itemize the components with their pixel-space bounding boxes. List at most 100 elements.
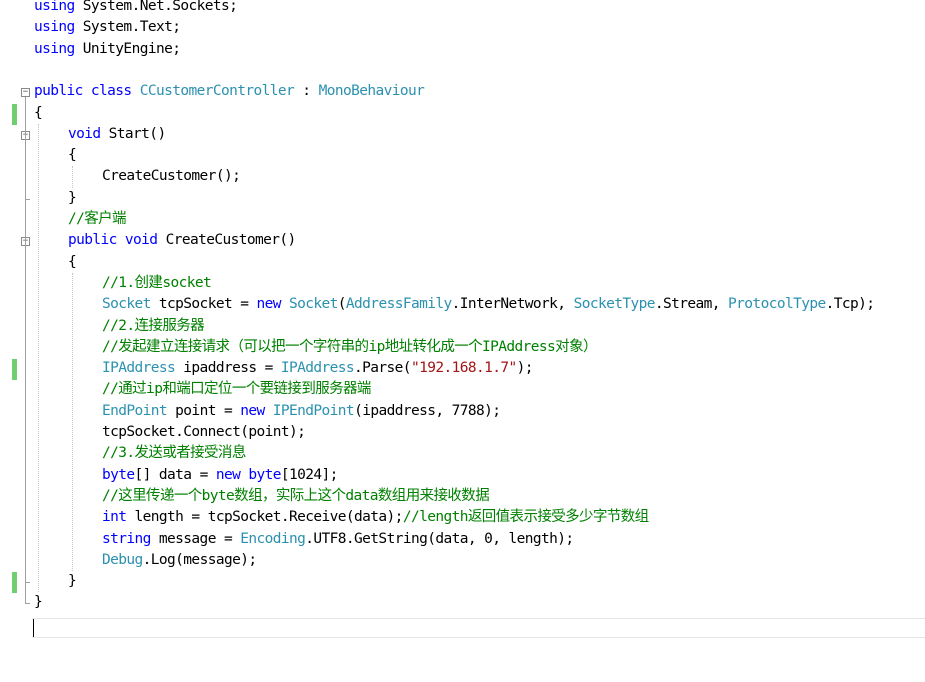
code-token: public class	[34, 83, 132, 100]
code-line[interactable]: }	[68, 188, 77, 209]
code-token: tcpSocket =	[150, 296, 257, 313]
code-token: Start()	[100, 125, 167, 142]
change-indicator	[12, 572, 17, 594]
code-token: CreateCustomer();	[102, 168, 241, 185]
code-line[interactable]: tcpSocket.Connect(point);	[102, 422, 306, 443]
code-token: .Parse(	[354, 360, 412, 377]
code-token: //3.发送或者接受消息	[102, 445, 246, 462]
code-token: [1024];	[280, 466, 339, 483]
code-token: IPAddress	[102, 360, 176, 377]
code-token: .Stream,	[654, 296, 729, 313]
indent-guide	[38, 123, 39, 593]
code-token: //2.连接服务器	[102, 317, 205, 334]
fold-end-tick	[25, 603, 30, 605]
indent-guide	[72, 166, 73, 188]
code-line[interactable]: IPAddress ipaddress = IPAddress.Parse("1…	[102, 358, 534, 379]
code-editor[interactable]: −−− using System.Net.Sockets;using Syste…	[0, 0, 925, 682]
fold-region-line	[25, 97, 26, 604]
code-token: }	[68, 189, 77, 206]
code-token: [] data =	[134, 466, 216, 483]
code-token: System.Net.Sockets;	[74, 0, 238, 14]
code-line[interactable]: //2.连接服务器	[102, 316, 205, 337]
code-token: "192.168.1.7"	[410, 360, 517, 377]
code-token: Socket	[289, 296, 338, 313]
code-line[interactable]: using System.Text;	[34, 17, 181, 38]
code-token: {	[34, 104, 43, 121]
code-token: //1.创建socket	[102, 274, 212, 291]
code-line[interactable]: CreateCustomer();	[102, 166, 241, 187]
code-token: .UTF8.GetString(data, 0, length);	[305, 530, 574, 547]
code-line[interactable]: //发起建立连接请求（可以把一个字符串的ip地址转化成一个IPAddress对象…	[102, 337, 597, 358]
fold-toggle-icon[interactable]: −	[21, 88, 30, 98]
code-line[interactable]: //这里传递一个byte数组，实际上这个data数组用来接收数据	[102, 486, 490, 507]
code-line[interactable]: EndPoint point = new IPEndPoint(ipaddres…	[102, 401, 501, 422]
change-indicator	[12, 103, 17, 125]
code-line[interactable]: string message = Encoding.UTF8.GetString…	[102, 529, 574, 550]
code-line[interactable]: //通过ip和端口定位一个要链接到服务器端	[102, 379, 371, 400]
code-token: CCustomerController	[139, 83, 295, 100]
code-token: IPAddress	[280, 360, 355, 377]
code-line[interactable]: Debug.Log(message);	[102, 550, 257, 571]
code-token: EndPoint	[102, 402, 168, 419]
code-token: new	[240, 402, 265, 419]
code-line[interactable]: }	[34, 592, 43, 613]
current-line-highlight	[32, 618, 925, 638]
code-token: UnityEngine;	[74, 40, 181, 57]
code-line[interactable]: using System.Net.Sockets;	[34, 0, 238, 17]
code-line[interactable]: void Start()	[68, 124, 166, 145]
code-token: //length返回值表示接受多少字节数组	[402, 509, 649, 526]
text-caret	[33, 619, 34, 637]
code-line[interactable]: //1.创建socket	[102, 273, 212, 294]
code-token: //这里传递一个byte数组，实际上这个data数组用来接收数据	[102, 487, 490, 504]
fold-end-tick	[25, 198, 30, 200]
code-line[interactable]: public void CreateCustomer()	[68, 230, 296, 251]
code-token: :	[294, 83, 319, 100]
code-line[interactable]: }	[68, 571, 77, 592]
code-line[interactable]: byte[] data = new byte[1024];	[102, 465, 338, 486]
code-token: }	[68, 573, 77, 590]
code-token: ProtocolType	[728, 296, 826, 313]
code-token: }	[34, 594, 43, 611]
code-line[interactable]: Socket tcpSocket = new Socket(AddressFam…	[102, 294, 875, 315]
code-line[interactable]: public class CCustomerController : MonoB…	[34, 81, 425, 102]
code-token: using	[34, 0, 75, 14]
code-token: .Log(message);	[142, 551, 257, 568]
editor-gutter: −−−	[0, 0, 30, 640]
code-token: message =	[150, 530, 241, 547]
code-token: SocketType	[573, 296, 656, 313]
code-token: void	[68, 125, 101, 142]
code-token: CreateCustomer()	[157, 232, 297, 249]
code-token: //发起建立连接请求（可以把一个字符串的ip地址转化成一个IPAddress对象…	[102, 338, 597, 355]
code-token: new	[256, 296, 281, 313]
code-token: System.Text;	[74, 19, 181, 36]
code-token: Debug	[102, 551, 143, 568]
code-line[interactable]: using UnityEngine;	[34, 39, 181, 60]
code-token: new byte	[215, 466, 282, 483]
code-token: Encoding	[240, 530, 306, 547]
code-line[interactable]: int length = tcpSocket.Receive(data);//l…	[102, 507, 649, 528]
fold-end-tick	[25, 582, 30, 584]
code-line[interactable]: {	[68, 145, 77, 166]
code-token: length = tcpSocket.Receive(data);	[126, 509, 404, 526]
code-token: tcpSocket.Connect(point);	[102, 424, 306, 440]
code-token: IPEndPoint	[272, 402, 355, 419]
code-token: //通过ip和端口定位一个要链接到服务器端	[102, 381, 371, 398]
code-line[interactable]: {	[34, 103, 43, 124]
code-token: using	[34, 19, 75, 36]
code-line[interactable]: {	[68, 252, 77, 273]
code-token: byte	[102, 466, 135, 483]
change-indicator	[12, 359, 17, 381]
code-token: string	[102, 530, 151, 547]
code-token: (ipaddress, 7788);	[354, 402, 501, 419]
code-line[interactable]: //3.发送或者接受消息	[102, 443, 246, 464]
code-token: AddressFamily	[345, 296, 452, 313]
code-line[interactable]: //客户端	[68, 209, 127, 230]
code-token: {	[68, 147, 77, 164]
code-token: using	[34, 40, 75, 57]
indent-guide	[72, 272, 73, 572]
code-token: .InterNetwork,	[451, 296, 574, 313]
code-token: int	[102, 509, 127, 526]
